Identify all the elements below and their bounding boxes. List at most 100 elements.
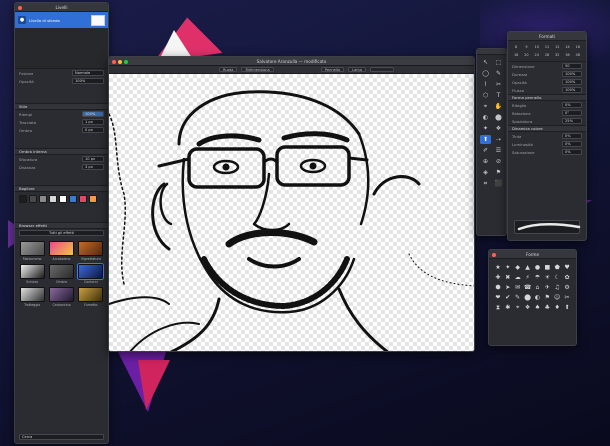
color-swatch[interactable] bbox=[49, 195, 57, 203]
shape-option[interactable]: ♥ bbox=[563, 264, 571, 271]
tool-button[interactable]: ⌗ bbox=[480, 179, 491, 188]
distance-field[interactable]: 3 px bbox=[82, 164, 104, 170]
layer-visibility-icon[interactable]: ● bbox=[18, 16, 26, 24]
color-swatch[interactable] bbox=[79, 195, 87, 203]
tool-button[interactable]: ✎ bbox=[493, 69, 504, 78]
format-row-value[interactable]: 25% bbox=[562, 118, 582, 124]
style-section-head[interactable]: Stile bbox=[15, 103, 108, 110]
opacity-field[interactable]: 100% bbox=[72, 78, 104, 84]
effect-item[interactable]: Monocromo bbox=[19, 241, 45, 261]
tool-button[interactable]: ⊕ bbox=[480, 157, 491, 166]
tool-button[interactable]: ☰ bbox=[493, 146, 504, 155]
shape-option[interactable]: ❤ bbox=[494, 294, 502, 301]
format-row-value[interactable]: 100% bbox=[562, 71, 582, 77]
shape-option[interactable]: ⚙ bbox=[563, 284, 571, 291]
tool-button[interactable]: ⬤ bbox=[493, 113, 504, 122]
shape-option[interactable]: ☁ bbox=[514, 274, 522, 281]
shape-option[interactable]: ♠ bbox=[534, 304, 542, 311]
tool-button[interactable]: ✐ bbox=[480, 146, 491, 155]
effect-item[interactable]: Fumetto bbox=[78, 287, 104, 307]
shape-option[interactable]: ◆ bbox=[514, 264, 522, 271]
tool-button[interactable]: ❖ bbox=[493, 124, 504, 133]
shape-option[interactable]: ◐ bbox=[534, 294, 542, 301]
effect-item[interactable]: Schizzo bbox=[19, 264, 45, 284]
layer-item[interactable]: ● Livello di sfondo bbox=[15, 12, 108, 28]
inner-shadow-head[interactable]: Ombra interna bbox=[15, 148, 108, 155]
shape-option[interactable]: ✂ bbox=[563, 294, 571, 301]
tool-button[interactable]: ✋ bbox=[493, 102, 504, 111]
tool-button[interactable]: ⬆ bbox=[480, 135, 491, 144]
format-size-option[interactable]: 10 bbox=[533, 44, 541, 50]
tool-button[interactable]: ⌇ bbox=[480, 80, 491, 89]
shape-option[interactable]: ■ bbox=[543, 264, 551, 271]
format-size-option[interactable]: 28 bbox=[543, 52, 551, 58]
shape-option[interactable]: ➤ bbox=[504, 284, 512, 291]
tool-button[interactable]: ⬛ bbox=[493, 179, 504, 188]
tool-button[interactable]: ◈ bbox=[480, 168, 491, 177]
format-size-option[interactable]: 8 bbox=[512, 44, 520, 50]
shape-option[interactable]: ♦ bbox=[553, 304, 561, 311]
shape-option[interactable]: ✉ bbox=[514, 284, 522, 291]
format-row-value[interactable]: 100% bbox=[562, 79, 582, 85]
effects-search-field[interactable]: Cerca bbox=[19, 434, 104, 440]
format-row-value[interactable]: 0% bbox=[562, 133, 582, 139]
brush-preview[interactable] bbox=[370, 66, 394, 73]
format-row-value[interactable]: 0° bbox=[562, 110, 582, 116]
shape-option[interactable]: ⬆ bbox=[563, 304, 571, 311]
shadow-field[interactable]: 0 px bbox=[82, 127, 104, 133]
shape-option[interactable]: ⬤ bbox=[524, 294, 532, 301]
shape-option[interactable]: ♣ bbox=[543, 304, 551, 311]
format-size-option[interactable]: 20 bbox=[522, 52, 530, 58]
effects-category-select[interactable]: Tutti gli effetti bbox=[19, 230, 104, 236]
shape-option[interactable]: ✿ bbox=[563, 274, 571, 281]
toolbar-button[interactable]: Pennello bbox=[320, 66, 345, 73]
shape-option[interactable]: ✦ bbox=[504, 264, 512, 271]
effect-item[interactable]: Contorni bbox=[77, 263, 105, 284]
image-canvas[interactable] bbox=[109, 74, 474, 351]
format-row-value[interactable]: 50 bbox=[562, 63, 582, 69]
shape-option[interactable]: ✈ bbox=[543, 284, 551, 291]
format-size-option[interactable]: 36 bbox=[563, 52, 571, 58]
format-size-option[interactable]: 18 bbox=[512, 52, 520, 58]
format-size-option[interactable]: 24 bbox=[533, 52, 541, 58]
tool-button[interactable]: ⬡ bbox=[480, 91, 491, 100]
close-button[interactable] bbox=[112, 59, 116, 64]
color-swatch[interactable] bbox=[39, 195, 47, 203]
color-swatch[interactable] bbox=[69, 195, 77, 203]
blend-select[interactable]: Normale bbox=[72, 70, 104, 76]
toolbar-button[interactable]: Ridimensiona bbox=[241, 66, 274, 73]
tool-button[interactable]: ◯ bbox=[480, 69, 491, 78]
shape-option[interactable]: ✎ bbox=[514, 294, 522, 301]
format-row-value[interactable]: 0% bbox=[562, 102, 582, 108]
shape-option[interactable]: ✚ bbox=[494, 274, 502, 281]
shape-option[interactable]: ⧗ bbox=[494, 304, 502, 311]
format-row-value[interactable]: 100% bbox=[562, 87, 582, 93]
effects-browser-head[interactable]: Browser effetti bbox=[15, 222, 108, 229]
shape-option[interactable]: ✖ bbox=[504, 274, 512, 281]
format-size-option[interactable]: 16 bbox=[574, 44, 582, 50]
tool-button[interactable]: ✦ bbox=[480, 124, 491, 133]
brush-shape-head[interactable]: Forma pennello bbox=[508, 94, 586, 101]
shape-option[interactable]: ⬢ bbox=[494, 284, 502, 291]
color-swatch[interactable] bbox=[59, 195, 67, 203]
tool-button[interactable]: ⊘ bbox=[493, 157, 504, 166]
shape-option[interactable]: ● bbox=[534, 264, 542, 271]
stroke-field[interactable]: 1 px bbox=[82, 119, 104, 125]
format-size-option[interactable]: 12 bbox=[553, 44, 561, 50]
tool-button[interactable]: ↖ bbox=[480, 58, 491, 67]
color-swatch[interactable] bbox=[19, 195, 27, 203]
format-size-option[interactable]: 11 bbox=[543, 44, 551, 50]
tool-button[interactable]: ⇢ bbox=[493, 135, 504, 144]
glow-section-head[interactable]: Bagliore bbox=[15, 185, 108, 192]
shape-option[interactable]: ⬟ bbox=[553, 264, 561, 271]
format-row-value[interactable]: 0% bbox=[562, 149, 582, 155]
shape-option[interactable]: ☀ bbox=[543, 274, 551, 281]
shape-option[interactable]: ⚡ bbox=[524, 274, 532, 281]
tool-button[interactable]: ⬚ bbox=[493, 58, 504, 67]
shape-option[interactable]: ❖ bbox=[524, 304, 532, 311]
format-size-option[interactable]: 32 bbox=[553, 52, 561, 58]
shape-option[interactable]: ☎ bbox=[524, 284, 532, 291]
shape-option[interactable]: ⚑ bbox=[543, 294, 551, 301]
shape-option[interactable]: ☺ bbox=[553, 294, 561, 301]
format-size-option[interactable]: 48 bbox=[574, 52, 582, 58]
